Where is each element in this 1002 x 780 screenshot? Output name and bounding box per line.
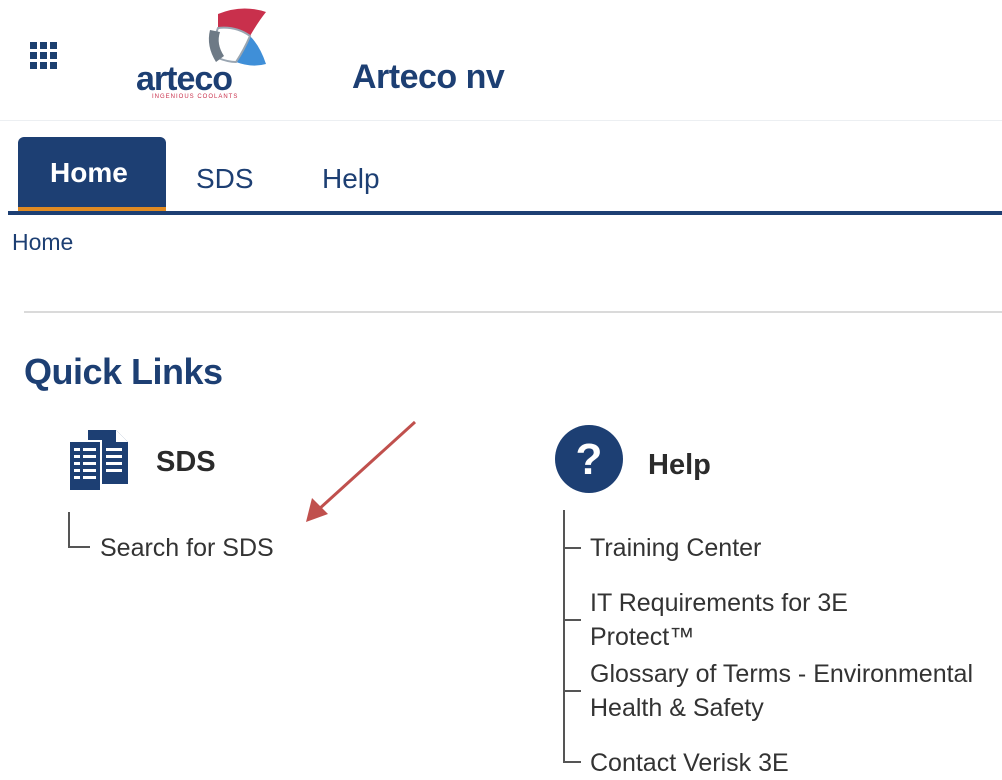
annotation-arrow-icon (306, 420, 417, 522)
